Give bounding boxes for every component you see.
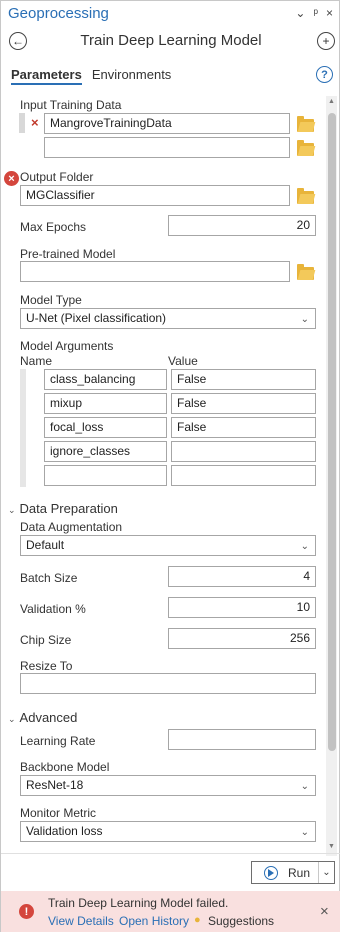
table-cell-value[interactable]: False xyxy=(171,369,316,390)
table-cell-name[interactable]: focal_loss xyxy=(44,417,167,438)
output-folder-field[interactable]: MGClassifier xyxy=(20,185,290,206)
view-details-link[interactable]: View Details xyxy=(48,914,114,928)
tab-bar: Parameters Environments xyxy=(11,67,171,85)
error-icon: ! xyxy=(19,904,34,919)
row-handle[interactable] xyxy=(19,113,25,133)
lightbulb-icon: ● xyxy=(194,914,201,926)
monitor-metric-value: Validation loss xyxy=(26,824,103,838)
pane-options-dropdown-icon[interactable]: ⌄ xyxy=(295,6,305,20)
scroll-down-icon[interactable]: ▼ xyxy=(328,843,335,850)
close-icon[interactable]: × xyxy=(326,6,333,20)
run-label: Run xyxy=(288,865,311,880)
section-title: Advanced xyxy=(19,710,78,725)
pretrained-model-field[interactable] xyxy=(20,261,290,282)
resize-to-label: Resize To xyxy=(20,659,73,673)
tool-title: Train Deep Learning Model xyxy=(80,32,262,49)
learning-rate-field[interactable] xyxy=(168,729,316,750)
backbone-model-value: ResNet-18 xyxy=(26,778,84,792)
error-message: Train Deep Learning Model failed. xyxy=(48,896,229,910)
batch-size-label: Batch Size xyxy=(20,571,78,585)
chevron-down-icon: ⌄ xyxy=(300,541,309,552)
table-cell-name[interactable]: ignore_classes xyxy=(44,441,167,462)
monitor-metric-label: Monitor Metric xyxy=(20,806,97,820)
run-play-icon xyxy=(264,865,278,880)
model-type-select[interactable]: U-Net (Pixel classification) ⌄ xyxy=(20,308,316,329)
pin-icon[interactable]: ᵖ xyxy=(313,6,318,20)
chip-size-label: Chip Size xyxy=(20,633,72,647)
backbone-model-label: Backbone Model xyxy=(20,760,110,774)
scroll-up-icon[interactable]: ▲ xyxy=(328,98,335,105)
chevron-down-icon: ⌄ xyxy=(300,781,309,792)
plus-icon: + xyxy=(322,34,330,48)
max-epochs-field[interactable]: 20 xyxy=(168,215,316,236)
output-folder-label: Output Folder xyxy=(20,170,94,184)
input-training-data-label: Input Training Data xyxy=(20,98,122,112)
data-augmentation-select[interactable]: Default ⌄ xyxy=(20,535,316,556)
resize-to-field[interactable] xyxy=(20,673,316,694)
learning-rate-label: Learning Rate xyxy=(20,734,96,748)
pane-title: Geoprocessing xyxy=(8,5,109,22)
error-icon: × xyxy=(4,171,19,186)
footer-divider xyxy=(1,853,340,854)
section-advanced[interactable]: ⌄ Advanced xyxy=(8,710,77,725)
data-augmentation-value: Default xyxy=(26,538,65,552)
input-training-data-field[interactable]: MangroveTrainingData xyxy=(44,113,290,134)
column-header-value: Value xyxy=(168,354,198,368)
geoprocessing-pane: Geoprocessing ⌄ ᵖ × ← Train Deep Learnin… xyxy=(0,0,340,932)
validation-field[interactable]: 10 xyxy=(168,597,316,618)
browse-folder-icon[interactable] xyxy=(297,188,314,204)
suggestions-link[interactable]: Suggestions xyxy=(208,914,274,928)
add-button[interactable]: + xyxy=(317,32,335,50)
data-augmentation-label: Data Augmentation xyxy=(20,520,123,534)
validation-label: Validation % xyxy=(20,602,86,616)
table-row-handles[interactable] xyxy=(20,369,26,487)
monitor-metric-select[interactable]: Validation loss ⌄ xyxy=(20,821,316,842)
section-data-preparation[interactable]: ⌄ Data Preparation xyxy=(8,501,118,516)
caret-down-icon: ⌄ xyxy=(8,505,16,515)
table-cell-value[interactable]: False xyxy=(171,417,316,438)
backbone-model-select[interactable]: ResNet-18 ⌄ xyxy=(20,775,316,796)
model-type-label: Model Type xyxy=(20,293,82,307)
dismiss-error-icon[interactable]: × xyxy=(320,903,329,920)
table-cell-name[interactable]: class_balancing xyxy=(44,369,167,390)
model-arguments-label: Model Arguments xyxy=(20,339,114,353)
table-cell-value[interactable] xyxy=(171,465,316,486)
tab-parameters[interactable]: Parameters xyxy=(11,67,82,85)
tab-environments[interactable]: Environments xyxy=(92,67,171,85)
open-history-link[interactable]: Open History xyxy=(119,914,189,928)
table-cell-name[interactable]: mixup xyxy=(44,393,167,414)
run-button[interactable]: Run ⌄ xyxy=(251,861,335,884)
scrollbar-thumb[interactable] xyxy=(328,113,336,751)
input-training-data-field-empty[interactable] xyxy=(44,137,290,158)
browse-folder-icon[interactable] xyxy=(297,116,314,132)
column-header-name: Name xyxy=(20,354,53,368)
browse-folder-icon[interactable] xyxy=(297,264,314,280)
table-cell-value[interactable]: False xyxy=(171,393,316,414)
pretrained-model-label: Pre-trained Model xyxy=(20,247,116,261)
help-icon[interactable]: ? xyxy=(316,66,333,83)
table-cell-name[interactable] xyxy=(44,465,167,486)
caret-down-icon: ⌄ xyxy=(8,714,16,724)
section-title: Data Preparation xyxy=(19,501,118,516)
chevron-down-icon: ⌄ xyxy=(300,314,309,325)
chip-size-field[interactable]: 256 xyxy=(168,628,316,649)
pane-header-controls: ⌄ ᵖ × xyxy=(295,6,333,20)
max-epochs-label: Max Epochs xyxy=(20,220,87,234)
run-options-chevron-icon[interactable]: ⌄ xyxy=(318,862,334,883)
chevron-down-icon: ⌄ xyxy=(300,827,309,838)
browse-folder-icon[interactable] xyxy=(297,140,314,156)
batch-size-field[interactable]: 4 xyxy=(168,566,316,587)
table-cell-value[interactable] xyxy=(171,441,316,462)
model-type-value: U-Net (Pixel classification) xyxy=(26,311,167,325)
remove-row-icon[interactable]: × xyxy=(31,115,39,130)
